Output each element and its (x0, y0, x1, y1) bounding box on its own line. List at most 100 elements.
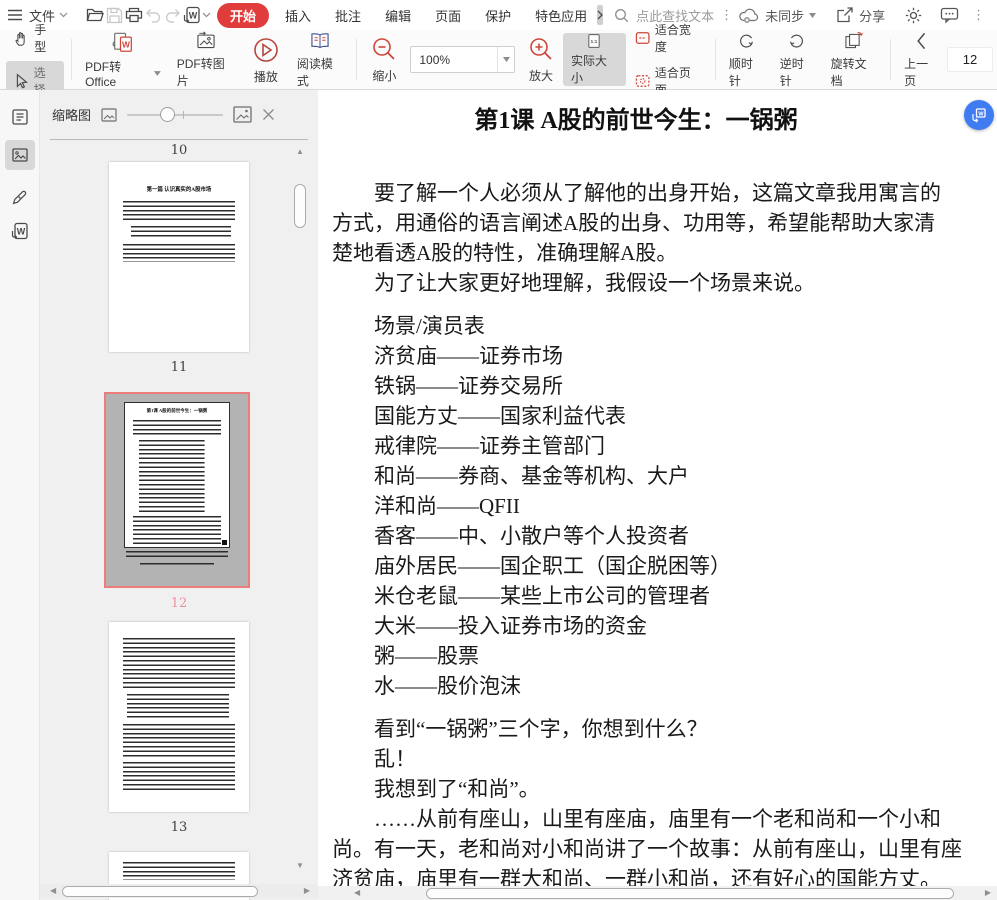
scroll-down-arrow[interactable]: ▼ (296, 862, 304, 870)
search-more-icon[interactable]: ⋮ (720, 7, 733, 23)
pdf-to-image-button[interactable]: PDF转图片 (169, 30, 243, 89)
horizontal-scrollbar-thumb[interactable] (62, 885, 259, 897)
close-icon[interactable] (262, 108, 275, 121)
document-horizontal-scrollbar[interactable]: ◀ ▶ (318, 886, 997, 900)
document-line-text: 庙外居民——国企职工（国企脱困等） (374, 554, 731, 578)
rotate-counterclockwise-button[interactable]: 逆时针 (772, 30, 823, 89)
thumbnail-page-12-selected[interactable]: 第1课 A股的前世今生：一锅粥 (104, 392, 250, 588)
document-line-text: 戒律院——证券主管部门 (374, 434, 605, 458)
document-line-text: 洋和尚——QFII (374, 494, 520, 518)
rotate-clockwise-button[interactable]: 顺时针 (721, 30, 772, 89)
sidebar-item-export-word[interactable]: W (5, 216, 35, 246)
menu-tab[interactable]: 插入 (273, 3, 323, 28)
rotate-document-label: 旋转文档 (830, 57, 867, 88)
document-line-text: 米仓老鼠——某些上市公司的管理者 (374, 584, 710, 608)
fit-page-icon (635, 75, 650, 87)
menu-tab[interactable]: 页面 (423, 3, 473, 28)
document-line-text: 济贫庙——证券市场 (374, 344, 563, 368)
thumbnail-text-lines (131, 226, 231, 239)
sync-status-button[interactable]: 未同步 (733, 3, 821, 27)
play-label: 播放 (253, 69, 278, 84)
document-line-text: 粥——股票 (374, 644, 479, 668)
zoom-out-button[interactable]: 缩小 (362, 30, 406, 89)
thumbnail-text-lines (123, 244, 235, 262)
document-line: 要了解一个人必须从了解他的出身开始，这篇文章我用寓言的 (332, 178, 992, 208)
panel-horizontal-scrollbar[interactable]: ◀ ▶ (40, 884, 318, 898)
menu-tab[interactable]: 编辑 (373, 3, 423, 28)
pdf-to-office-button[interactable]: W PDF转Office (77, 30, 169, 89)
rotate-clockwise-icon (740, 34, 754, 48)
hand-tool-button[interactable]: 手型 (6, 18, 64, 58)
menu-tab[interactable]: 批注 (323, 3, 373, 28)
document-line-text: 我想到了“和尚”。 (374, 777, 540, 801)
vertical-scrollbar-thumb[interactable] (294, 184, 306, 228)
thumbnail-text-lines (133, 420, 221, 436)
zoom-level-combobox[interactable]: 100% (410, 46, 516, 73)
more-options-icon[interactable]: ⋮ (972, 7, 985, 23)
scroll-right-arrow[interactable]: ▶ (304, 887, 310, 895)
fit-width-button[interactable]: 适合宽度 (628, 18, 708, 58)
thumbnail-page-13[interactable] (109, 622, 249, 812)
sidebar-item-signature[interactable] (5, 182, 35, 212)
thumbnail-text-lines (139, 440, 221, 512)
document-line-text: 水——股价泡沫 (374, 674, 521, 698)
page-number-input[interactable] (946, 47, 993, 72)
svg-text:1:1: 1:1 (591, 39, 598, 44)
scroll-up-arrow[interactable]: ▲ (296, 148, 304, 156)
zoom-level-dropdown[interactable] (497, 47, 514, 72)
rotate-counterclockwise-label: 逆时针 (779, 57, 804, 88)
document-line: 大米——投入证券市场的资金 (332, 611, 992, 641)
chevron-right-icon (597, 10, 604, 20)
thumbnail-mini-page: 第1课 A股的前世今生：一锅粥 (124, 402, 230, 548)
play-button[interactable]: 播放 (243, 30, 289, 89)
horizontal-scrollbar-thumb[interactable] (426, 887, 955, 899)
document-line-text: 看到“一锅粥”三个字，你想到什么？ (374, 717, 708, 741)
thumbnail-corner-marker (222, 540, 227, 545)
menu-tab[interactable]: 保护 (473, 3, 523, 28)
scroll-left-arrow[interactable]: ◀ (354, 889, 360, 897)
document-line: 水——股价泡沫 (332, 671, 992, 701)
save-button[interactable] (105, 3, 124, 27)
print-button[interactable] (124, 3, 144, 27)
quickbar-more-button[interactable] (202, 3, 211, 27)
actual-size-button[interactable]: 1:1 实际大小 (563, 33, 626, 86)
settings-button[interactable] (900, 3, 926, 27)
export-word-button[interactable]: W (182, 3, 202, 27)
pdf-to-office-label: PDF转Office (85, 60, 122, 89)
caret-down-icon (809, 12, 817, 18)
rotate-document-button[interactable]: 旋转文档 (823, 30, 886, 89)
thumbnail-page-11[interactable]: 第一篇 认识真实的A股市场 (109, 162, 249, 352)
reading-mode-button[interactable]: 阅读模式 (289, 30, 352, 89)
document-line: 戒律院——证券主管部门 (332, 431, 992, 461)
menu-tab[interactable]: 开始 (217, 2, 270, 28)
divider (50, 139, 308, 140)
menu-tab-label: 特色应用 (535, 8, 588, 24)
undo-button[interactable] (144, 3, 163, 27)
menu-tab[interactable]: 特色应用 (523, 3, 599, 28)
document-line-text: 香客——中、小散户等个人投资者 (374, 524, 689, 548)
previous-page-button[interactable]: 上一页 (896, 30, 947, 89)
rotate-counterclockwise-icon (790, 34, 804, 48)
thumbnail-mini-title: 第一篇 认识真实的A股市场 (146, 187, 212, 193)
share-label: 分享 (859, 8, 886, 24)
zoom-out-icon (373, 37, 395, 60)
scroll-right-arrow[interactable]: ▶ (985, 889, 991, 897)
open-file-button[interactable] (85, 3, 105, 27)
ribbon-expander-button[interactable] (597, 5, 604, 25)
slider-knob[interactable] (159, 106, 175, 122)
feedback-button[interactable] (936, 3, 962, 27)
thumbnail-size-slider[interactable] (127, 106, 224, 123)
convert-to-word-float-button[interactable]: W (964, 100, 994, 130)
sidebar-item-outline[interactable] (5, 102, 35, 132)
share-button[interactable]: 分享 (831, 3, 890, 27)
document-line: 米仓老鼠——某些上市公司的管理者 (332, 581, 992, 611)
document-line-text: 楚地看透A股的特性，准确理解A股。 (332, 241, 678, 265)
document-line: 看到“一锅粥”三个字，你想到什么？ (332, 714, 992, 744)
redo-button[interactable] (163, 3, 182, 27)
document-line: 和尚——券商、基金等机构、大户 (332, 461, 992, 491)
thumbnail-mini-title: 第1课 A股的前世今生：一锅粥 (146, 409, 208, 414)
zoom-in-button[interactable]: 放大 (519, 30, 563, 89)
sidebar-item-thumbnails[interactable] (5, 140, 35, 170)
scroll-left-arrow[interactable]: ◀ (50, 887, 56, 895)
document-body: 要了解一个人必须从了解他的出身开始，这篇文章我用寓言的 方式，用通俗的语言阐述A… (332, 178, 992, 894)
